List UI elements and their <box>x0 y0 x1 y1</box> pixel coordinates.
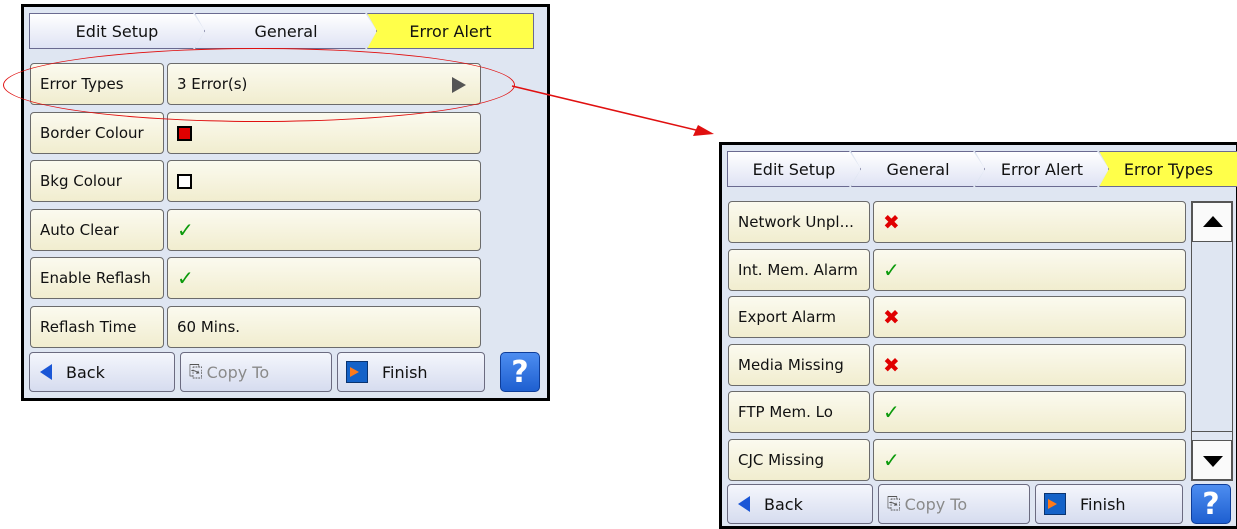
copy-to-label: Copy To <box>904 494 968 514</box>
scrollbar-thumb[interactable] <box>1192 242 1232 432</box>
row-value-toggle[interactable]: ✖ <box>873 201 1186 243</box>
check-icon: ✓ <box>883 448 900 472</box>
scroll-up-button[interactable] <box>1192 202 1232 242</box>
row-label: Export Alarm <box>728 296 870 338</box>
list-item[interactable]: FTP Mem. Lo ✓ <box>728 391 1186 433</box>
cross-icon: ✖ <box>883 210 900 234</box>
cross-icon: ✖ <box>883 353 900 377</box>
row-value-toggle[interactable]: ✖ <box>873 344 1186 386</box>
copy-icon: ⎘ <box>887 494 901 514</box>
list-item[interactable]: Media Missing ✖ <box>728 344 1186 386</box>
error-types-panel: Edit Setup General Error Alert Error Typ… <box>719 142 1237 529</box>
finish-button[interactable]: Finish <box>1035 484 1183 524</box>
row-label: Network Unpl... <box>728 201 870 243</box>
breadcrumb: Edit Setup General Error Alert Error Typ… <box>727 151 1237 187</box>
finish-label: Finish <box>1080 494 1126 514</box>
row-label: Media Missing <box>728 344 870 386</box>
list-item[interactable]: Int. Mem. Alarm ✓ <box>728 249 1186 291</box>
crumb-general[interactable]: General <box>851 151 985 187</box>
row-label: Int. Mem. Alarm <box>728 249 870 291</box>
help-button[interactable]: ? <box>1191 484 1231 524</box>
finish-icon <box>1044 493 1066 515</box>
back-arrow-icon <box>738 496 750 512</box>
back-label: Back <box>764 494 803 514</box>
list-item[interactable]: Network Unpl... ✖ <box>728 201 1186 243</box>
row-label: FTP Mem. Lo <box>728 391 870 433</box>
check-icon: ✓ <box>883 258 900 282</box>
list-item[interactable]: Export Alarm ✖ <box>728 296 1186 338</box>
scroll-down-button[interactable] <box>1192 440 1232 480</box>
row-value-toggle[interactable]: ✓ <box>873 439 1186 481</box>
check-icon: ✓ <box>883 400 900 424</box>
row-value-toggle[interactable]: ✓ <box>873 391 1186 433</box>
crumb-edit-setup[interactable]: Edit Setup <box>727 151 861 187</box>
row-value-toggle[interactable]: ✖ <box>873 296 1186 338</box>
copy-to-button[interactable]: ⎘ Copy To <box>878 484 1030 524</box>
back-button[interactable]: Back <box>727 484 873 524</box>
crumb-error-types[interactable]: Error Types <box>1099 151 1237 187</box>
cross-icon: ✖ <box>883 305 900 329</box>
list-item[interactable]: CJC Missing ✓ <box>728 439 1186 481</box>
scrollbar[interactable] <box>1191 201 1233 481</box>
crumb-error-alert[interactable]: Error Alert <box>975 151 1109 187</box>
button-bar: Back ⎘ Copy To Finish ? <box>727 484 1231 524</box>
row-label: CJC Missing <box>728 439 870 481</box>
row-value-toggle[interactable]: ✓ <box>873 249 1186 291</box>
